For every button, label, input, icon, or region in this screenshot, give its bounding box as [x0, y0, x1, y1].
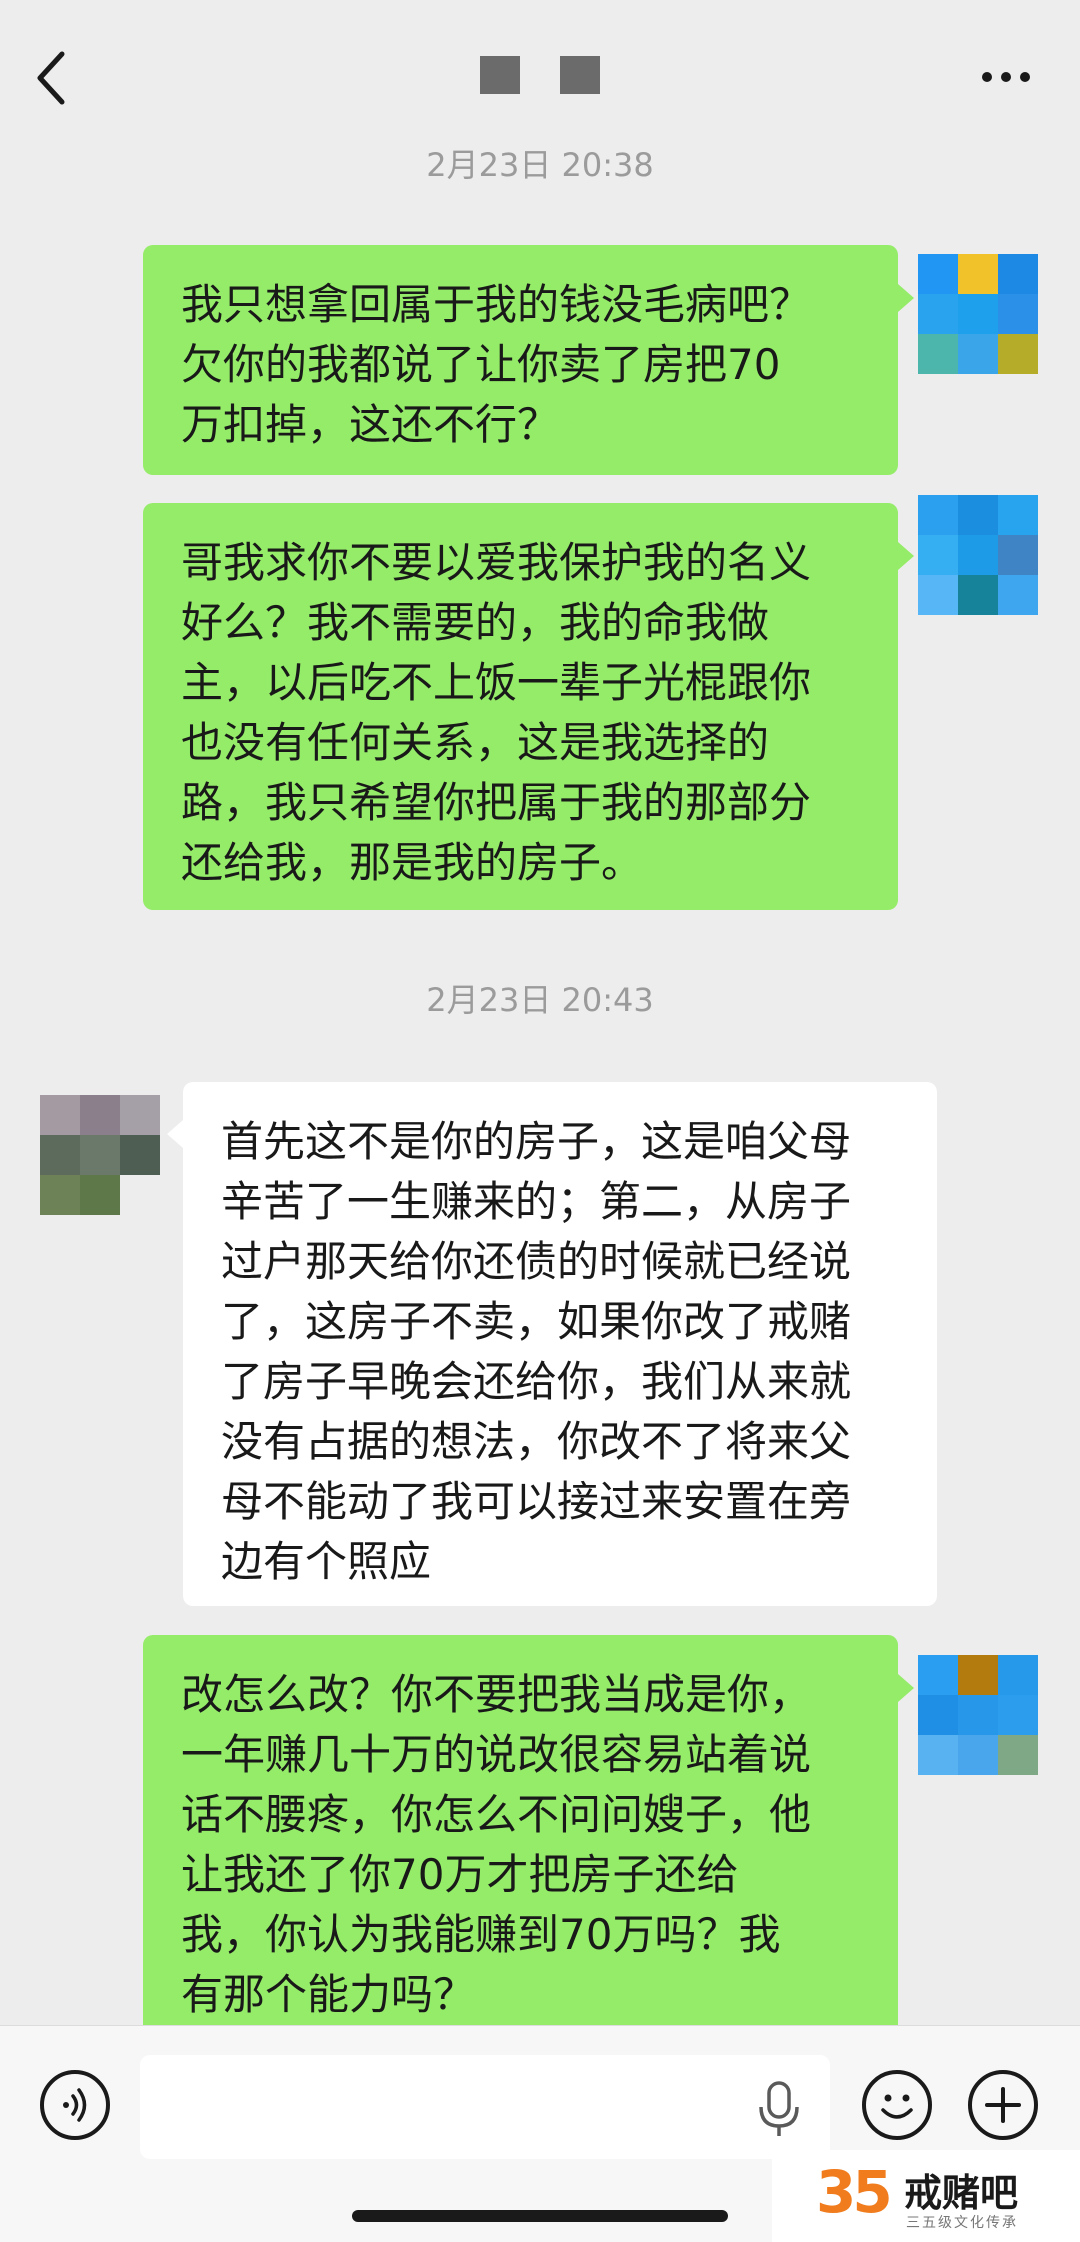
my-message-bubble[interactable]: 哥我求你不要以爱我保护我的名义 好么？我不需要的，我的命我做 主，以后吃不上饭一…	[143, 503, 898, 910]
contact-message-bubble[interactable]: 首先这不是你的房子，这是咱父母 辛苦了一生赚来的；第二，从房子 过户那天给你还债…	[183, 1082, 937, 1606]
microphone-icon[interactable]	[754, 2080, 804, 2138]
chevron-left-icon[interactable]	[30, 48, 74, 108]
my-avatar[interactable]	[918, 1655, 1038, 1775]
watermark-number: 35	[816, 2158, 893, 2226]
redacted-title-block	[560, 56, 600, 94]
my-avatar[interactable]	[918, 495, 1038, 615]
bubble-tail	[898, 284, 914, 312]
watermark-subtitle: 三五级文化传承	[906, 2215, 1018, 2231]
my-message-bubble[interactable]: 我只想拿回属于我的钱没毛病吧？ 欠你的我都说了让你卖了房把70 万扣掉，这还不行…	[143, 245, 898, 475]
bubble-tail	[167, 1120, 183, 1148]
message-timestamp: 2月23日 20:38	[426, 146, 654, 184]
bubble-tail	[898, 542, 914, 570]
emoji-icon[interactable]	[862, 2070, 932, 2140]
more-dots-icon[interactable]	[976, 66, 1036, 86]
my-avatar[interactable]	[918, 254, 1038, 374]
message-timestamp: 2月23日 20:43	[426, 981, 654, 1019]
contact-avatar[interactable]	[40, 1095, 160, 1215]
redacted-title-block	[480, 56, 520, 94]
plus-icon[interactable]	[968, 2070, 1038, 2140]
chat-header	[0, 0, 1080, 132]
watermark-title: 戒赌吧	[904, 2171, 1019, 2215]
home-indicator[interactable]	[352, 2210, 728, 2222]
voice-mode-icon[interactable]	[40, 2070, 110, 2140]
watermark-logo: 35 戒赌吧 三五级文化传承	[772, 2150, 1080, 2242]
my-message-bubble[interactable]: 改怎么改？你不要把我当成是你， 一年赚几十万的说改很容易站着说 话不腰疼，你怎么…	[143, 1635, 898, 2035]
message-input[interactable]	[140, 2055, 830, 2159]
bubble-tail	[898, 1674, 914, 1702]
